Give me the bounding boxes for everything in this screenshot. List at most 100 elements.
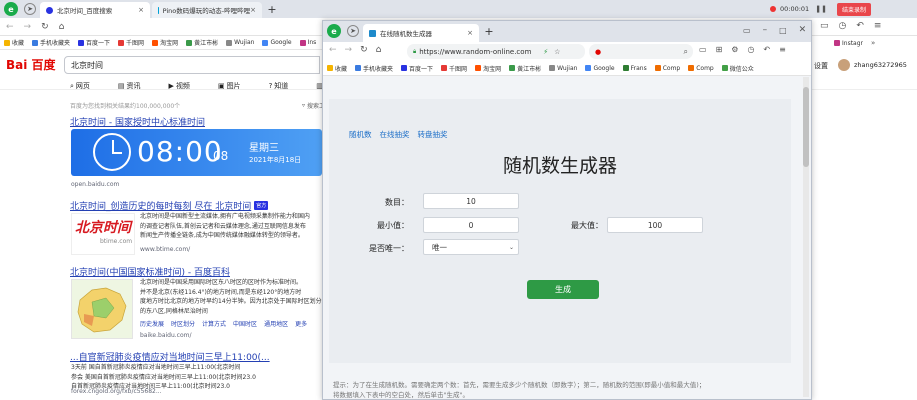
overflow-icon[interactable]: » (871, 39, 875, 47)
max-input[interactable]: 100 (607, 217, 703, 233)
tab-baidu-search[interactable]: 北京时间_百度搜索 × (40, 2, 150, 18)
new-tab-button[interactable]: + (483, 24, 495, 38)
close-window-icon[interactable]: ✕ (799, 25, 807, 35)
baike-link[interactable]: 历史发展 (140, 319, 164, 328)
minimize-icon[interactable]: – (763, 25, 768, 35)
home-icon[interactable]: ⌂ (376, 45, 382, 55)
forward-arrow-icon[interactable]: → (24, 22, 32, 32)
baike-link[interactable]: 通用地区 (264, 319, 288, 328)
clock-icon[interactable]: ◷ (839, 21, 847, 31)
bookmark-item[interactable]: Frans (622, 65, 647, 72)
bookmark-item[interactable]: Google (585, 65, 615, 72)
result-source[interactable]: www.btime.com/ (140, 246, 190, 253)
bookmark-item[interactable]: 收藏 (327, 64, 347, 73)
bookmark-item[interactable]: Wujian (226, 39, 254, 46)
tab-news[interactable]: ▤ 资讯 (118, 81, 155, 91)
bookmark-item[interactable]: 手机收藏夹 (355, 64, 393, 73)
stop-recording-button[interactable]: 结束录制 (836, 2, 871, 16)
snippet-line: 北京时间是中国采用国际时区东八时区的区时作为标准时间。 (140, 279, 303, 286)
bookmark-item[interactable]: Comp (654, 65, 680, 72)
bookmark-item[interactable]: Ins (299, 39, 316, 46)
result-title[interactable]: 北京时间_创造历史的每时每刻 尽在 北京时间 (70, 199, 251, 212)
browser-logo-icon[interactable]: e (327, 24, 341, 38)
back-arrow-icon[interactable]: ← (6, 22, 14, 32)
result-source[interactable]: open.baidu.com (71, 181, 119, 188)
tab-video[interactable]: ▶ 视频 (169, 81, 204, 91)
nav-circle-icon[interactable]: ➤ (347, 25, 359, 37)
search-icon[interactable]: ⌕ (684, 47, 688, 57)
tab-web[interactable]: ⌕ 网页 (70, 81, 104, 91)
close-icon[interactable]: × (467, 29, 473, 37)
undo-icon[interactable]: ↶ (763, 45, 770, 54)
address-bar[interactable]: 🔒︎ https://www.random-online.com ⚡ ☆ (407, 44, 585, 59)
result-title[interactable]: 北京时间(中国国家标准时间) - 百度百科 (70, 265, 230, 278)
pause-icon[interactable]: ❚❚ (815, 5, 827, 13)
baidu-logo[interactable]: Bai 百度 (6, 56, 56, 73)
grid-icon[interactable]: ⊞ (716, 45, 723, 54)
count-input[interactable]: 10 (423, 193, 519, 209)
menu-icon[interactable]: ≡ (874, 21, 882, 31)
username[interactable]: zhang63272965 (854, 61, 907, 69)
refresh-icon[interactable]: ↻ (360, 45, 368, 55)
lightning-icon[interactable]: ⚡ (543, 48, 548, 56)
close-icon[interactable]: × (138, 6, 144, 14)
menu-icon[interactable]: ≡ (779, 45, 786, 54)
star-icon[interactable]: ☆ (554, 48, 560, 56)
search-input[interactable]: 北京时间 (64, 56, 320, 74)
generate-button[interactable]: 生成 (527, 280, 599, 299)
result-source[interactable]: baike.baidu.com/ (140, 332, 192, 339)
bookmark-item[interactable]: 手机收藏夹 (32, 38, 70, 47)
bookmark-item[interactable]: 千图网 (118, 38, 144, 47)
bookmark-item[interactable]: Wujian (549, 65, 577, 72)
tab-zhidao[interactable]: ? 知道 (269, 81, 303, 91)
avatar[interactable] (838, 59, 850, 71)
bookmark-item[interactable]: 千图网 (441, 64, 467, 73)
recorder-widget: 00:00:01 ❚❚ 结束录制 (770, 2, 871, 16)
bookmark-item[interactable]: 微信公众 (721, 64, 754, 73)
settings-link[interactable]: 设置 (814, 61, 828, 71)
result-title[interactable]: ...自官新冠肺炎疫情应对当地时间三早上11:00(... (70, 350, 322, 363)
tv-icon[interactable]: ▭ (699, 45, 707, 54)
bookmark-item[interactable]: Google (262, 39, 292, 46)
forward-arrow-icon[interactable]: → (345, 45, 353, 55)
nav-circle-icon[interactable]: ➤ (24, 3, 36, 15)
baike-link[interactable]: 更多 (295, 319, 307, 328)
min-input[interactable]: 0 (423, 217, 519, 233)
tab-bilibili[interactable]: Pino数码爆玩的动态-哔哩哔哩 × (152, 2, 262, 18)
gear-icon[interactable]: ⚙ (731, 45, 738, 54)
bookmark-item[interactable]: 百度一下 (401, 64, 433, 73)
home-icon[interactable]: ⌂ (59, 22, 65, 32)
result-source[interactable]: forex.cngold.org/fxb/c55682... (71, 388, 162, 395)
clock-icon[interactable]: ◷ (747, 45, 754, 54)
result-title[interactable]: 北京时间 - 国家授时中心标准时间 (70, 115, 205, 128)
browser-logo-icon[interactable]: e (4, 2, 18, 16)
baike-link[interactable]: 中国时区 (233, 319, 257, 328)
undo-icon[interactable]: ↶ (856, 21, 864, 31)
bookmark-item[interactable]: 黄江市彬 (509, 64, 541, 73)
new-tab-button[interactable]: + (266, 2, 278, 16)
scrollbar[interactable] (803, 77, 809, 397)
baike-link[interactable]: 计算方式 (202, 319, 226, 328)
nav-link-random[interactable]: 随机数 (349, 129, 372, 140)
nav-link-lottery[interactable]: 在线抽奖 (380, 129, 410, 140)
bookmark-item[interactable]: 百度一下 (78, 38, 110, 47)
bookmark-item[interactable]: 黄江市彬 (186, 38, 218, 47)
refresh-icon[interactable]: ↻ (41, 22, 49, 32)
tabs-icon[interactable]: ▭ (743, 26, 751, 35)
tv-icon[interactable]: ▭ (820, 21, 829, 31)
close-icon[interactable]: × (250, 6, 256, 14)
bookmark-item[interactable]: 淘宝网 (152, 38, 178, 47)
search-engine-icon: ● (595, 47, 602, 56)
maximize-icon[interactable]: □ (779, 26, 787, 35)
bookmark-item[interactable]: Comp (688, 65, 714, 72)
front-search-box[interactable]: ● ⌕ (589, 44, 693, 59)
tab-random-generator[interactable]: 在线随机数生成器 × (363, 24, 479, 42)
nav-link-wheel[interactable]: 转盘抽奖 (418, 129, 448, 140)
bookmark-item[interactable]: Instagr (834, 40, 863, 47)
tab-images[interactable]: ▣ 图片 (218, 81, 255, 91)
back-arrow-icon[interactable]: ← (329, 45, 337, 55)
baike-link[interactable]: 时区划分 (171, 319, 195, 328)
unique-select[interactable]: 唯一 ⌄ (423, 239, 519, 255)
bookmark-item[interactable]: 收藏 (4, 38, 24, 47)
bookmark-item[interactable]: 淘宝网 (475, 64, 501, 73)
